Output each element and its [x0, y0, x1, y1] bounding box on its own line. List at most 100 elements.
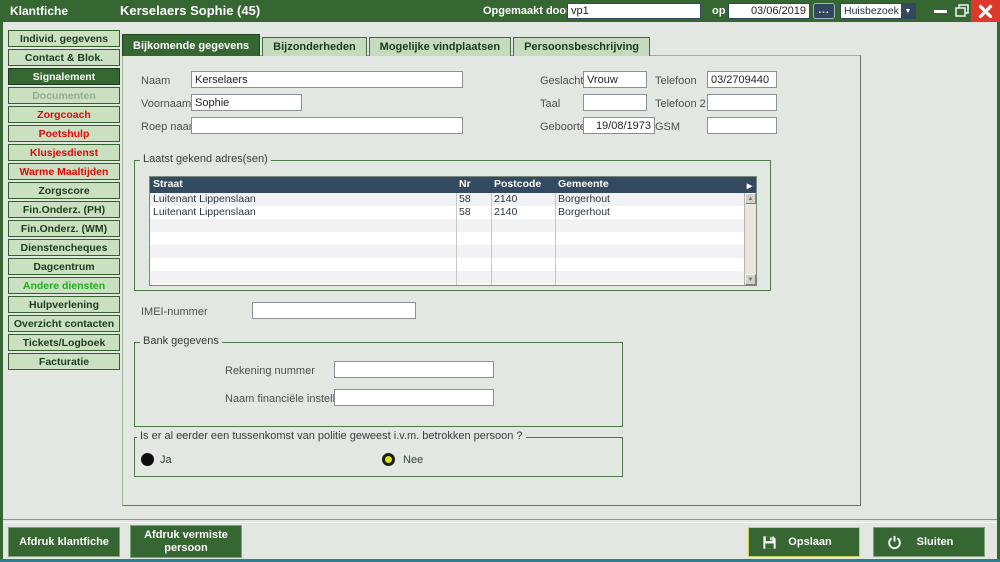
restore-button[interactable]	[955, 4, 969, 18]
sidebar-item-label: Signalement	[33, 71, 95, 83]
telefoon2-label: Telefoon 2	[655, 98, 706, 110]
imei-input[interactable]	[252, 302, 416, 319]
tab[interactable]: Persoonsbeschrijving	[513, 37, 650, 56]
gsm-label: GSM	[655, 121, 680, 133]
tab-label: Persoonsbeschrijving	[524, 41, 639, 53]
close-form-button[interactable]: Sluiten	[873, 527, 985, 557]
scroll-down-icon[interactable]: ▼	[745, 274, 756, 285]
contact-type-dropdown[interactable]: Huisbezoek ▼	[840, 3, 916, 19]
roepnaam-input[interactable]	[191, 117, 463, 134]
chevron-down-icon[interactable]: ▼	[901, 4, 915, 18]
print-missing-person-button[interactable]: Afdruk vermiste persoon	[130, 525, 242, 558]
gsm-input[interactable]	[707, 117, 777, 134]
sidebar-item-label: Klusjesdienst	[30, 147, 98, 159]
column-header-straat[interactable]: Straat	[150, 177, 456, 193]
sidebar-item-label: Zorgcoach	[37, 109, 91, 121]
rekening-label: Rekening nummer	[225, 365, 315, 377]
column-header-nr[interactable]: Nr	[456, 177, 491, 193]
created-by-input[interactable]	[567, 3, 701, 19]
tab[interactable]: Bijzonderheden	[262, 37, 367, 56]
print-client-button[interactable]: Afdruk klantfiche	[8, 527, 120, 557]
address-table-header[interactable]: Straat Nr Postcode Gemeente ▸	[150, 177, 756, 193]
sidebar-item[interactable]: Facturatie	[8, 353, 120, 370]
instelling-input[interactable]	[334, 389, 494, 406]
sidebar-item[interactable]: Zorgscore	[8, 182, 120, 199]
column-header-postcode[interactable]: Postcode	[491, 177, 555, 193]
sidebar-item[interactable]: Overzicht contacten	[8, 315, 120, 332]
telefoon-label: Telefoon	[655, 75, 697, 87]
tab-content-panel: Naam Geslacht Telefoon Voornaam Taal Tel…	[122, 55, 861, 506]
sidebar-item-label: Warme Maaltijden	[20, 166, 109, 178]
tab[interactable]: Bijkomende gegevens	[122, 34, 260, 56]
sidebar-item[interactable]: Documenten	[8, 87, 120, 104]
sidebar-item[interactable]: Contact & Blok.	[8, 49, 120, 66]
sidebar-item[interactable]: Fin.Onderz. (PH)	[8, 201, 120, 218]
column-header-gemeente[interactable]: Gemeente	[555, 177, 743, 193]
naam-input[interactable]	[191, 71, 463, 88]
klantfiche-window: Klantfiche Kerselaers Sophie (45) Opgema…	[0, 0, 1000, 562]
sidebar-item[interactable]: Signalement	[8, 68, 120, 85]
sidebar-item-label: Zorgscore	[38, 185, 89, 197]
sidebar-item[interactable]: Fin.Onderz. (WM)	[8, 220, 120, 237]
sidebar-item[interactable]: Poetshulp	[8, 125, 120, 142]
table-row[interactable]: Luitenant Lippenslaan 58 2140 Borgerhout	[150, 193, 744, 206]
sidebar-item-label: Documenten	[32, 90, 96, 102]
sidebar-item[interactable]: Zorgcoach	[8, 106, 120, 123]
address-table-body: Luitenant Lippenslaan 58 2140 Borgerhout…	[150, 193, 744, 285]
sidebar-item-label: Contact & Blok.	[25, 52, 103, 64]
cell-straat: Luitenant Lippenslaan	[150, 206, 456, 219]
sidebar-item[interactable]: Individ. gegevens	[8, 30, 120, 47]
sidebar-item[interactable]: Dagcentrum	[8, 258, 120, 275]
instelling-label: Naam financiële instelling	[225, 393, 350, 405]
voornaam-input[interactable]	[191, 94, 302, 111]
radio-ja[interactable]	[141, 453, 154, 466]
column-separator	[555, 193, 556, 285]
minimize-button[interactable]	[934, 10, 947, 13]
sidebar: Individ. gegevens Contact & Blok. Signal…	[8, 30, 120, 372]
floppy-disk-icon	[762, 535, 777, 554]
close-button[interactable]	[971, 0, 1000, 22]
table-scrollbar[interactable]: ▲ ▼	[744, 193, 756, 285]
sidebar-item-label: Facturatie	[39, 356, 89, 368]
restore-icon	[955, 4, 969, 18]
cell-straat: Luitenant Lippenslaan	[150, 193, 456, 206]
cell-nr: 58	[456, 193, 491, 206]
footer-divider	[3, 519, 997, 523]
sidebar-item[interactable]: Andere diensten	[8, 277, 120, 294]
scroll-up-icon[interactable]: ▲	[745, 193, 756, 204]
police-groupbox: Is er al eerder een tussenkomst van poli…	[134, 437, 623, 477]
taal-input[interactable]	[583, 94, 647, 111]
app-title: Klantfiche	[10, 4, 68, 18]
column-separator	[456, 193, 457, 285]
date-input[interactable]	[728, 3, 810, 19]
telefoon-input[interactable]	[707, 71, 777, 88]
rekening-input[interactable]	[334, 361, 494, 378]
geboorte-input[interactable]	[583, 117, 655, 134]
taal-label: Taal	[540, 98, 560, 110]
sidebar-item-label: Dagcentrum	[33, 261, 94, 273]
imei-label: IMEI-nummer	[141, 306, 208, 318]
address-groupbox: Laatst gekend adres(sen) Straat Nr Postc…	[134, 160, 771, 291]
telefoon2-input[interactable]	[707, 94, 777, 111]
radio-nee[interactable]	[382, 453, 395, 466]
sidebar-item[interactable]: Dienstencheques	[8, 239, 120, 256]
close-button-label: Sluiten	[917, 536, 954, 549]
record-title: Kerselaers Sophie (45)	[120, 3, 260, 18]
table-row[interactable]: Luitenant Lippenslaan 58 2140 Borgerhout	[150, 206, 744, 219]
sidebar-item[interactable]: Tickets/Logboek	[8, 334, 120, 351]
date-picker-button[interactable]: ...	[813, 3, 835, 19]
save-button-label: Opslaan	[788, 536, 831, 549]
sidebar-item-label: Poetshulp	[39, 128, 90, 140]
sidebar-item[interactable]: Warme Maaltijden	[8, 163, 120, 180]
sidebar-item[interactable]: Klusjesdienst	[8, 144, 120, 161]
close-icon	[978, 4, 993, 19]
sidebar-item[interactable]: Hulpverlening	[8, 296, 120, 313]
geslacht-input[interactable]	[583, 71, 647, 88]
tab[interactable]: Mogelijke vindplaatsen	[369, 37, 511, 56]
voornaam-label: Voornaam	[141, 98, 191, 110]
bank-groupbox: Bank gegevens Rekening nummer Naam finan…	[134, 342, 623, 427]
sidebar-item-label: Fin.Onderz. (WM)	[21, 223, 107, 235]
save-button[interactable]: Opslaan	[748, 527, 860, 557]
contact-type-value: Huisbezoek	[844, 5, 899, 17]
column-separator	[491, 193, 492, 285]
